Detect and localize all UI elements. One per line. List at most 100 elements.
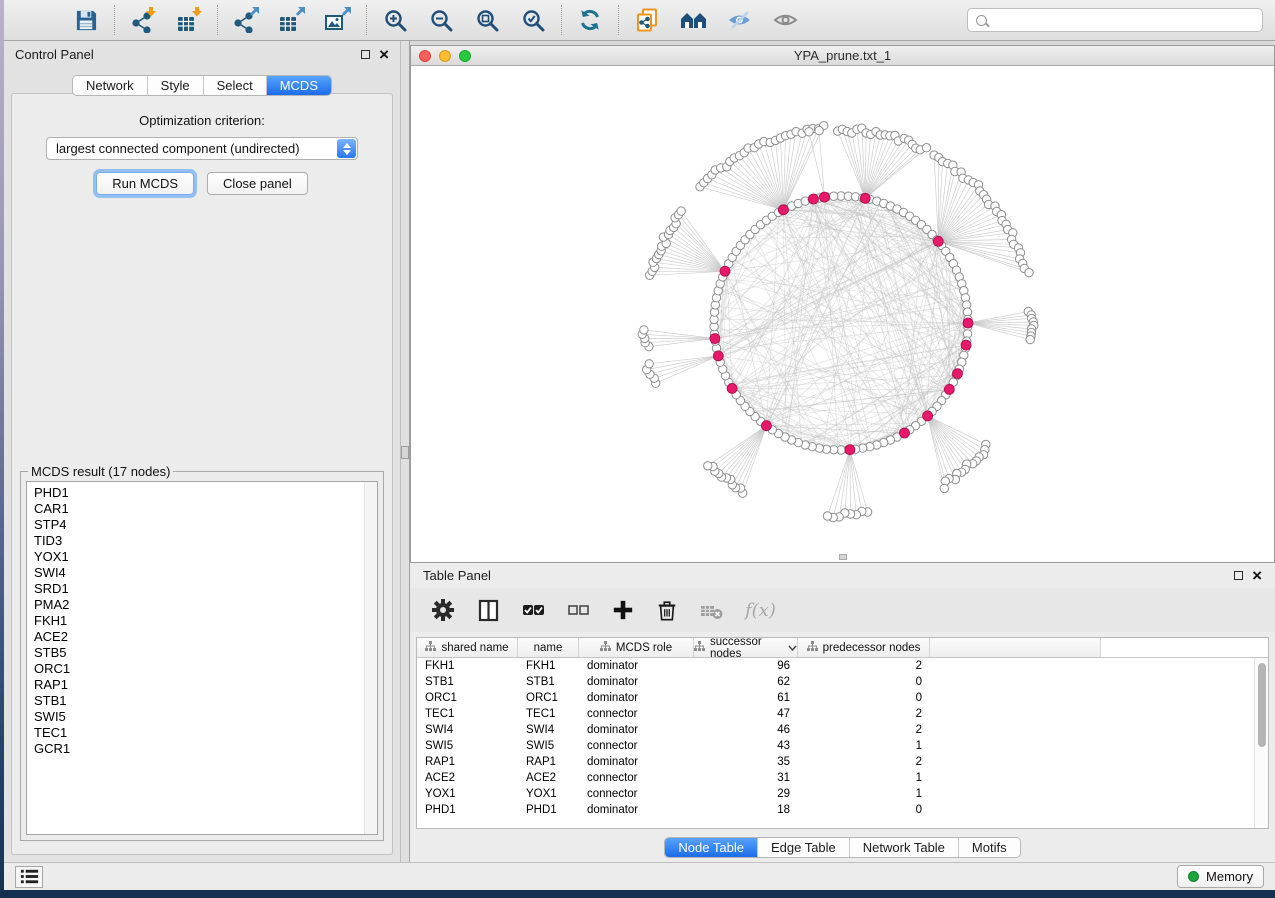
cell-name: SWI5: [518, 740, 579, 752]
add-column-button[interactable]: [612, 599, 634, 621]
mcds-result-item[interactable]: SWI4: [34, 565, 370, 581]
mcds-result-listbox[interactable]: PHD1CAR1STP4TID3YOX1SWI4SRD1PMA2FKH1ACE2…: [26, 481, 378, 835]
close-panel-button[interactable]: Close panel: [207, 172, 308, 195]
mcds-result-item[interactable]: GCR1: [34, 741, 370, 757]
tab-network-table[interactable]: Network Table: [850, 838, 959, 857]
cell-shared-name: FKH1: [417, 660, 518, 672]
float-panel-icon[interactable]: [361, 50, 370, 59]
cell-shared-name: TEC1: [417, 708, 518, 720]
close-window-icon[interactable]: [419, 50, 431, 62]
export-image-button[interactable]: [323, 5, 353, 35]
hide-selected-button[interactable]: [724, 5, 754, 35]
cell-name: YOX1: [518, 788, 579, 800]
mcds-result-item[interactable]: FKH1: [34, 613, 370, 629]
float-table-panel-icon[interactable]: [1234, 571, 1243, 580]
show-all-button[interactable]: [770, 5, 800, 35]
refresh-view-button[interactable]: [575, 5, 605, 35]
cell-name: PHD1: [518, 804, 579, 816]
mcds-result-item[interactable]: ORC1: [34, 661, 370, 677]
import-table-button[interactable]: [174, 5, 204, 35]
zoom-selected-button[interactable]: [518, 5, 548, 35]
zoom-fit-button[interactable]: [472, 5, 502, 35]
column-header-successor-nodes[interactable]: successor nodes: [694, 638, 798, 657]
save-session-button[interactable]: [71, 5, 101, 35]
tab-motifs[interactable]: Motifs: [959, 838, 1020, 857]
mcds-result-item[interactable]: SWI5: [34, 709, 370, 725]
column-header-shared-name[interactable]: shared name: [417, 638, 518, 657]
network-window-titlebar[interactable]: YPA_prune.txt_1: [411, 46, 1274, 66]
mcds-result-item[interactable]: TEC1: [34, 725, 370, 741]
mcds-result-item[interactable]: ACE2: [34, 629, 370, 645]
cell-successors: 46: [694, 724, 798, 736]
table-row[interactable]: YOX1YOX1connector291: [417, 786, 1254, 802]
mcds-result-item[interactable]: PMA2: [34, 597, 370, 613]
canvas-resize-handle[interactable]: [839, 554, 847, 560]
table-row[interactable]: FKH1FKH1dominator962: [417, 658, 1254, 674]
zoom-in-button[interactable]: [380, 5, 410, 35]
node-table-body[interactable]: FKH1FKH1dominator962STB1STB1dominator620…: [417, 658, 1254, 828]
tab-style[interactable]: Style: [148, 76, 204, 95]
close-panel-icon[interactable]: ×: [379, 48, 389, 62]
mcds-result-item[interactable]: TID3: [34, 533, 370, 549]
network-canvas[interactable]: [411, 66, 1274, 562]
run-mcds-button[interactable]: Run MCDS: [96, 172, 194, 195]
table-scrollbar[interactable]: [1254, 658, 1268, 828]
splitter-handle-icon[interactable]: [401, 446, 409, 459]
duplicate-network-button[interactable]: [632, 5, 662, 35]
cytoscape-window: Control Panel × NetworkStyleSelectMCDS O…: [4, 0, 1275, 890]
tab-node-table[interactable]: Node Table: [665, 838, 758, 857]
table-settings-button[interactable]: [431, 598, 455, 622]
table-row[interactable]: ACE2ACE2connector311: [417, 770, 1254, 786]
search-input[interactable]: [993, 13, 1254, 28]
memory-button[interactable]: Memory: [1177, 865, 1264, 888]
column-header-MCDS-role[interactable]: MCDS role: [579, 638, 694, 657]
table-row[interactable]: SWI5SWI5connector431: [417, 738, 1254, 754]
cell-role: connector: [579, 708, 694, 720]
mcds-result-item[interactable]: CAR1: [34, 501, 370, 517]
export-network-button[interactable]: [231, 5, 261, 35]
cell-shared-name: PHD1: [417, 804, 518, 816]
mcds-result-item[interactable]: YOX1: [34, 549, 370, 565]
tab-select[interactable]: Select: [204, 76, 267, 95]
mcds-result-item[interactable]: SRD1: [34, 581, 370, 597]
table-row[interactable]: ORC1ORC1dominator610: [417, 690, 1254, 706]
maximize-window-icon[interactable]: [459, 50, 471, 62]
cell-predecessors: 0: [798, 676, 930, 688]
mcds-result-item[interactable]: RAP1: [34, 677, 370, 693]
panel-menu-button[interactable]: [15, 866, 43, 888]
open-file-button[interactable]: [25, 5, 55, 35]
export-table-button[interactable]: [277, 5, 307, 35]
table-panel: Table Panel × f(x) shared namenameMCDS r…: [410, 563, 1275, 862]
import-network-button[interactable]: [128, 5, 158, 35]
table-row[interactable]: TEC1TEC1connector472: [417, 706, 1254, 722]
cell-shared-name: SWI4: [417, 724, 518, 736]
cell-name: SWI4: [518, 724, 579, 736]
tab-edge-table[interactable]: Edge Table: [758, 838, 850, 857]
table-row[interactable]: STB1STB1dominator620: [417, 674, 1254, 690]
mcds-result-item[interactable]: PHD1: [34, 485, 370, 501]
delete-column-button[interactable]: [656, 599, 678, 622]
mcds-result-item[interactable]: STP4: [34, 517, 370, 533]
close-table-panel-icon[interactable]: ×: [1252, 569, 1262, 583]
deselect-all-rows-button[interactable]: [567, 599, 590, 621]
search-field[interactable]: [967, 8, 1263, 32]
mcds-result-item[interactable]: STB1: [34, 693, 370, 709]
table-row[interactable]: PHD1PHD1dominator180: [417, 802, 1254, 818]
select-all-rows-button[interactable]: [522, 599, 545, 621]
minimize-window-icon[interactable]: [439, 50, 451, 62]
column-header-name[interactable]: name: [518, 638, 579, 657]
first-neighbors-button[interactable]: [678, 5, 708, 35]
optimization-criterion-select[interactable]: largest connected component (undirected): [46, 137, 358, 160]
zoom-out-button[interactable]: [426, 5, 456, 35]
mcds-list-scrollbar[interactable]: [364, 482, 377, 834]
panel-splitter[interactable]: [400, 41, 410, 862]
show-columns-button[interactable]: [477, 599, 500, 622]
tab-mcds[interactable]: MCDS: [267, 76, 331, 95]
table-row[interactable]: RAP1RAP1dominator352: [417, 754, 1254, 770]
table-row[interactable]: SWI4SWI4dominator462: [417, 722, 1254, 738]
tab-network[interactable]: Network: [73, 76, 148, 95]
mcds-result-item[interactable]: STB5: [34, 645, 370, 661]
table-scrollbar-thumb[interactable]: [1258, 663, 1266, 747]
cell-name: FKH1: [518, 660, 579, 672]
column-header-predecessor-nodes[interactable]: predecessor nodes: [798, 638, 930, 657]
